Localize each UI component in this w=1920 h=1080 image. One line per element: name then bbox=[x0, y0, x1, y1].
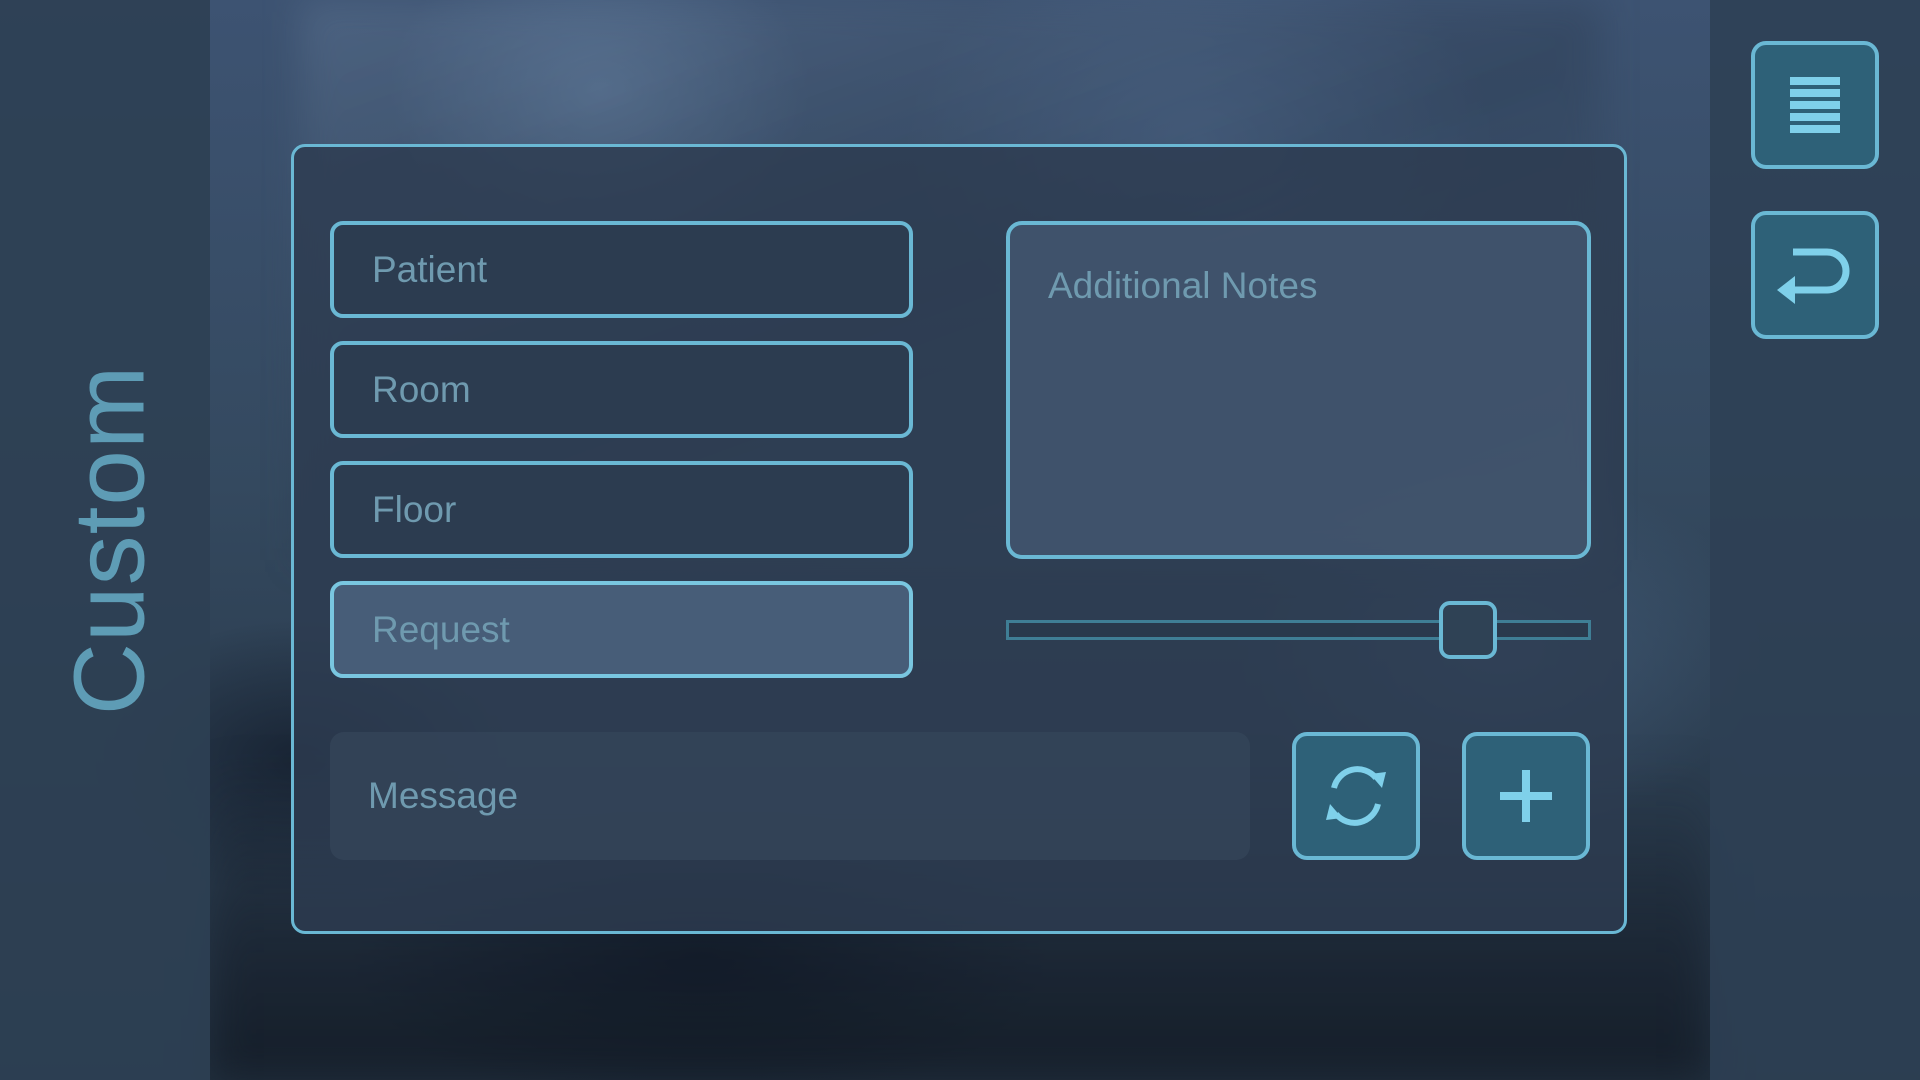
floor-field-placeholder: Floor bbox=[372, 488, 457, 530]
slider-track[interactable] bbox=[1006, 620, 1591, 640]
message-input[interactable]: Message bbox=[330, 732, 1250, 860]
menu-button[interactable] bbox=[1751, 41, 1879, 169]
request-field[interactable]: Request bbox=[330, 581, 913, 678]
refresh-button[interactable] bbox=[1292, 732, 1420, 860]
page-title: Custom bbox=[53, 364, 166, 716]
room-field-placeholder: Room bbox=[372, 368, 471, 410]
refresh-icon bbox=[1326, 766, 1386, 826]
slider-thumb[interactable] bbox=[1439, 601, 1498, 659]
left-sidebar: Custom bbox=[0, 0, 210, 1080]
floor-field[interactable]: Floor bbox=[330, 461, 913, 558]
additional-notes-placeholder: Additional Notes bbox=[1048, 265, 1318, 306]
request-field-placeholder: Request bbox=[372, 608, 510, 650]
plus-icon bbox=[1500, 770, 1552, 822]
back-button[interactable] bbox=[1751, 211, 1879, 339]
message-placeholder: Message bbox=[368, 775, 519, 816]
add-button[interactable] bbox=[1462, 732, 1590, 860]
additional-notes-textarea[interactable]: Additional Notes bbox=[1006, 221, 1591, 559]
return-icon bbox=[1777, 248, 1850, 304]
patient-field[interactable]: Patient bbox=[330, 221, 913, 318]
menu-icon bbox=[1790, 77, 1840, 133]
patient-field-placeholder: Patient bbox=[372, 248, 488, 290]
room-field[interactable]: Room bbox=[330, 341, 913, 438]
